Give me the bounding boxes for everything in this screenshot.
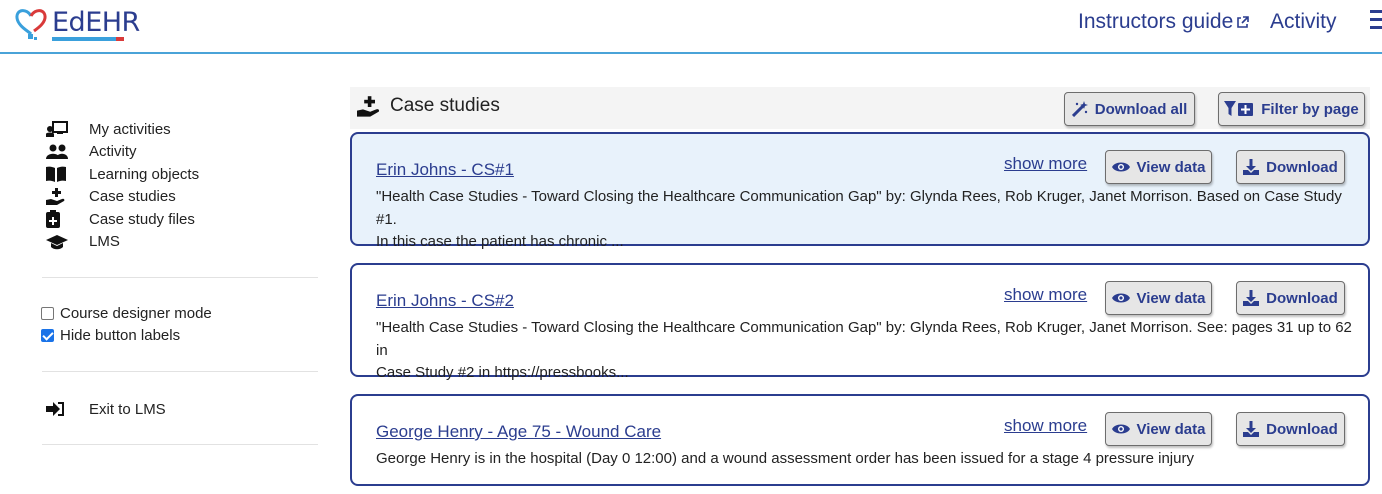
magic-wand-icon bbox=[1071, 101, 1088, 117]
sidebar-item-label: Case study files bbox=[89, 210, 195, 228]
show-more-link[interactable]: show more bbox=[1004, 416, 1087, 436]
top-header: EdEHR Instructors guide Activity bbox=[0, 0, 1382, 54]
hand-holding-medical-icon bbox=[357, 96, 381, 123]
sign-out-icon bbox=[40, 402, 74, 417]
description-line: In this case the patient has chronic ... bbox=[376, 233, 624, 250]
sidebar-item-learning-objects[interactable]: Learning objects bbox=[40, 163, 320, 186]
hide-labels-label: Hide button labels bbox=[60, 327, 181, 344]
hamburger-menu-icon[interactable] bbox=[1370, 10, 1382, 32]
chalkboard-user-icon bbox=[40, 121, 74, 138]
sidebar-item-case-study-files[interactable]: Case study files bbox=[40, 208, 320, 231]
logo-underline-accent bbox=[116, 37, 124, 41]
logo-underline bbox=[52, 37, 122, 41]
external-link-icon bbox=[1237, 15, 1250, 28]
course-designer-label: Course designer mode bbox=[60, 305, 212, 322]
instructors-guide-label: Instructors guide bbox=[1078, 10, 1234, 33]
sidebar-divider bbox=[42, 277, 318, 278]
edehr-logo[interactable]: EdEHR bbox=[14, 4, 140, 42]
case-study-title-link[interactable]: Erin Johns - CS#2 bbox=[376, 291, 514, 311]
filter-icon bbox=[1224, 101, 1254, 116]
case-study-title-link[interactable]: Erin Johns - CS#1 bbox=[376, 160, 514, 180]
case-studies-header: Case studies bbox=[350, 87, 1370, 129]
eye-icon bbox=[1111, 424, 1130, 434]
download-all-label: Download all bbox=[1094, 100, 1188, 118]
view-data-label: View data bbox=[1136, 158, 1206, 176]
sidebar-item-activity[interactable]: Activity bbox=[40, 141, 320, 164]
course-designer-mode-toggle[interactable]: Course designer mode bbox=[41, 305, 212, 322]
sidebar-item-label: Case studies bbox=[89, 188, 176, 206]
case-study-card[interactable]: George Henry - Age 75 - Wound Care show … bbox=[350, 394, 1370, 486]
download-button[interactable]: Download bbox=[1236, 150, 1345, 184]
description-line: George Henry is in the hospital (Day 0 1… bbox=[376, 450, 1194, 467]
logo-text: EdEHR bbox=[52, 7, 140, 38]
instructors-guide-link[interactable]: Instructors guide bbox=[1078, 10, 1250, 34]
eye-icon bbox=[1111, 162, 1130, 172]
view-data-label: View data bbox=[1136, 289, 1206, 307]
view-data-button[interactable]: View data bbox=[1105, 281, 1212, 315]
view-data-label: View data bbox=[1136, 420, 1206, 438]
sidebar-item-my-activities[interactable]: My activities bbox=[40, 118, 320, 141]
download-button[interactable]: Download bbox=[1236, 281, 1345, 315]
sidebar-item-label: Activity bbox=[89, 143, 137, 161]
download-label: Download bbox=[1266, 420, 1338, 438]
exit-label: Exit to LMS bbox=[89, 400, 166, 418]
case-study-card[interactable]: Erin Johns - CS#1 show more View data Do… bbox=[350, 132, 1370, 250]
activity-nav-link[interactable]: Activity bbox=[1270, 10, 1337, 34]
case-study-card[interactable]: Erin Johns - CS#2 show more View data Do… bbox=[350, 263, 1370, 381]
case-study-description: "Health Case Studies - Toward Closing th… bbox=[376, 317, 1356, 385]
sidebar-item-label: LMS bbox=[89, 233, 120, 251]
show-more-link[interactable]: show more bbox=[1004, 285, 1087, 305]
view-data-button[interactable]: View data bbox=[1105, 412, 1212, 446]
description-line: "Health Case Studies - Toward Closing th… bbox=[376, 319, 1352, 359]
book-open-icon bbox=[40, 166, 74, 183]
description-line: Case Study #2 in https://pressbooks... bbox=[376, 364, 629, 381]
download-label: Download bbox=[1266, 158, 1338, 176]
page-title: Case studies bbox=[390, 95, 500, 116]
sidebar-nav: My activities Activity Learning objects … bbox=[40, 118, 320, 253]
download-icon bbox=[1243, 290, 1260, 306]
download-button[interactable]: Download bbox=[1236, 412, 1345, 446]
description-line: "Health Case Studies - Toward Closing th… bbox=[376, 188, 1342, 228]
file-medical-icon bbox=[40, 210, 74, 229]
sidebar-divider bbox=[42, 444, 318, 445]
sidebar-item-label: Learning objects bbox=[89, 165, 200, 183]
sidebar-divider bbox=[42, 371, 318, 372]
heart-logo-icon bbox=[15, 9, 47, 40]
hide-labels-checkbox[interactable] bbox=[41, 329, 54, 342]
download-icon bbox=[1243, 421, 1260, 437]
download-label: Download bbox=[1266, 289, 1338, 307]
sidebar-item-lms[interactable]: LMS bbox=[40, 231, 320, 254]
case-study-title-link[interactable]: George Henry - Age 75 - Wound Care bbox=[376, 422, 661, 442]
hide-button-labels-toggle[interactable]: Hide button labels bbox=[41, 327, 180, 344]
eye-icon bbox=[1111, 293, 1130, 303]
filter-by-page-button[interactable]: Filter by page bbox=[1218, 92, 1365, 126]
hand-holding-medical-icon bbox=[40, 187, 74, 206]
graduation-cap-icon bbox=[40, 234, 74, 250]
view-data-button[interactable]: View data bbox=[1105, 150, 1212, 184]
users-icon bbox=[40, 144, 74, 160]
case-study-description: "Health Case Studies - Toward Closing th… bbox=[376, 186, 1356, 254]
filter-by-page-label: Filter by page bbox=[1261, 100, 1359, 118]
download-all-button[interactable]: Download all bbox=[1064, 92, 1195, 126]
download-icon bbox=[1243, 159, 1260, 175]
case-study-description: George Henry is in the hospital (Day 0 1… bbox=[376, 448, 1356, 471]
show-more-link[interactable]: show more bbox=[1004, 154, 1087, 174]
sidebar-item-case-studies[interactable]: Case studies bbox=[40, 186, 320, 209]
course-designer-checkbox[interactable] bbox=[41, 307, 54, 320]
exit-to-lms-link[interactable]: Exit to LMS bbox=[40, 398, 166, 421]
sidebar-item-label: My activities bbox=[89, 120, 171, 138]
